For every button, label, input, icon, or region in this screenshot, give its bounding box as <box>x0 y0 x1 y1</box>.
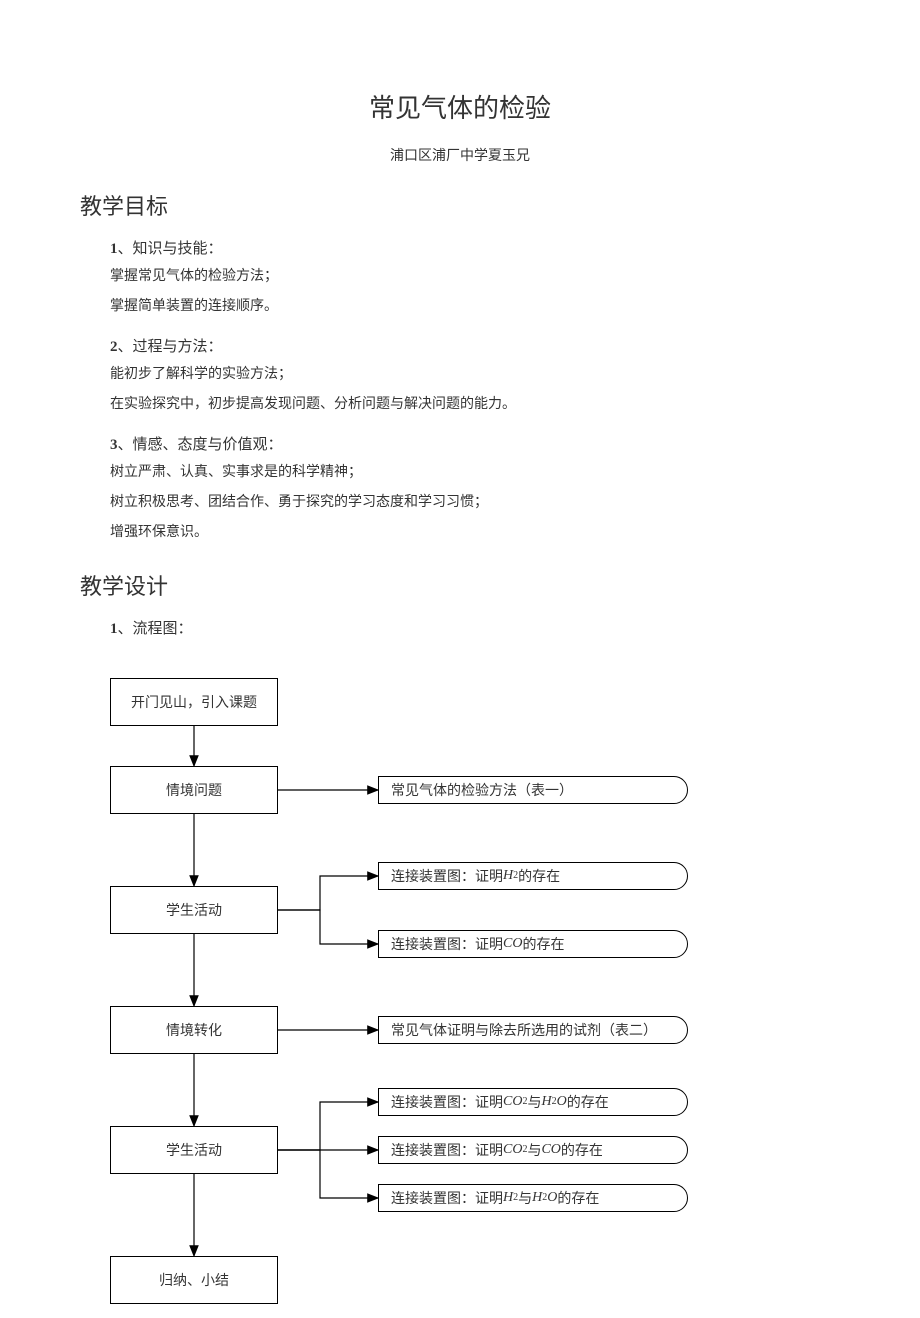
section-design-heading: 教学设计 <box>80 569 920 601</box>
flow-node-student-activity-1: 学生活动 <box>110 886 278 934</box>
goal-2-line-2: 在实验探究中，初步提高发现问题、分析问题与解决问题的能力。 <box>110 394 920 416</box>
goal-3-line-1: 树立严肃、认真、实事求是的科学精神； <box>110 462 920 484</box>
goal-2-head: 2、过程与方法： <box>110 335 920 356</box>
flow-detail-table1: 常见气体的检验方法（表一） <box>378 776 688 804</box>
goal-3-line-2: 树立积极思考、团结合作、勇于探究的学习态度和学习习惯； <box>110 492 920 514</box>
flow-node-student-activity-2: 学生活动 <box>110 1126 278 1174</box>
goal-3-line-3: 增强环保意识。 <box>110 522 920 544</box>
goal-1-line-2: 掌握简单装置的连接顺序。 <box>110 296 920 318</box>
goal-2-line-1: 能初步了解科学的实验方法； <box>110 364 920 386</box>
design-1-head: 1、流程图： <box>110 617 920 638</box>
section-goals-heading: 教学目标 <box>80 189 920 221</box>
flow-detail-table2: 常见气体证明与除去所选用的试剂（表二） <box>378 1016 688 1044</box>
flow-detail-co: 连接装置图：证明CO的存在 <box>378 930 688 958</box>
flow-node-intro: 开门见山，引入课题 <box>110 678 278 726</box>
flow-node-scenario-transform: 情境转化 <box>110 1006 278 1054</box>
page-subtitle: 浦口区浦厂中学夏玉兄 <box>0 145 920 165</box>
goal-1-line-1: 掌握常见气体的检验方法； <box>110 266 920 288</box>
goal-1-head: 1、知识与技能： <box>110 237 920 258</box>
flow-node-scenario-question: 情境问题 <box>110 766 278 814</box>
flow-detail-h2: 连接装置图：证明H2的存在 <box>378 862 688 890</box>
page-title: 常见气体的检验 <box>0 0 920 125</box>
goal-3-head: 3、情感、态度与价值观： <box>110 433 920 454</box>
flow-detail-h2-h2o: 连接装置图：证明H2与H2O的存在 <box>378 1184 688 1212</box>
flow-detail-co2-h2o: 连接装置图：证明CO2与H2O的存在 <box>378 1088 688 1116</box>
flowchart: 开门见山，引入课题 情境问题 学生活动 情境转化 学生活动 归纳、小结 常见气体… <box>110 678 840 1318</box>
flow-detail-co2-co: 连接装置图：证明CO2与CO的存在 <box>378 1136 688 1164</box>
flow-node-summary: 归纳、小结 <box>110 1256 278 1304</box>
